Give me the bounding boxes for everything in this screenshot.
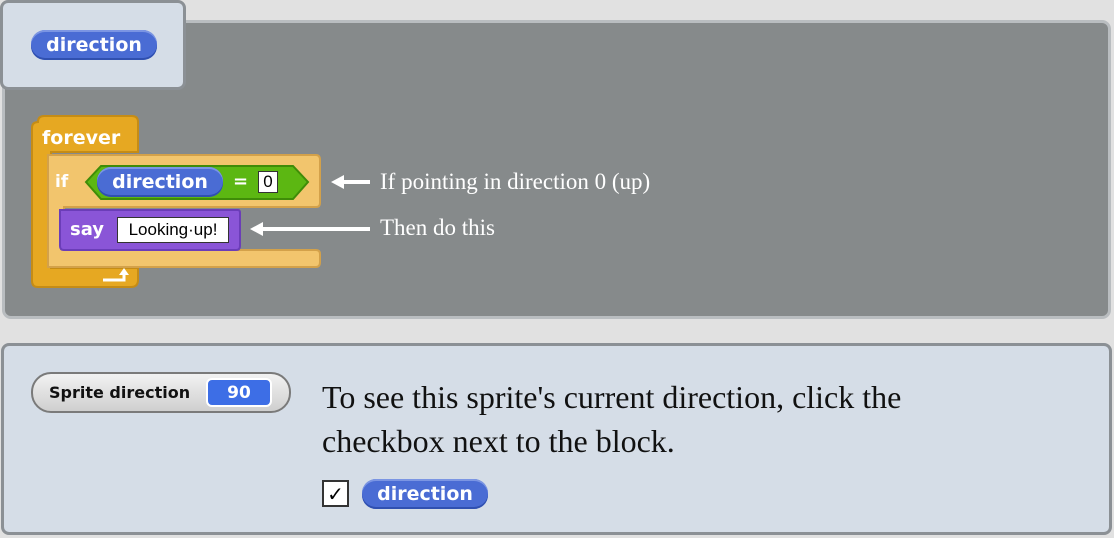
if-label: if <box>55 172 69 192</box>
direction-checkbox[interactable]: ✓ <box>322 480 349 507</box>
watcher-value: 90 <box>206 378 272 407</box>
checkbox-direction-reporter[interactable]: direction <box>362 479 488 509</box>
say-label: say <box>70 219 105 240</box>
forever-label: forever <box>42 127 121 149</box>
watcher-label: Sprite direction <box>49 383 191 402</box>
say-annotation-text: Then do this <box>380 215 495 240</box>
say-annotation-arrow <box>263 227 370 231</box>
say-annotation-arrowhead <box>250 222 263 236</box>
condition-direction-reporter[interactable]: direction <box>97 167 223 197</box>
say-text-input[interactable]: Looking·up! <box>117 217 229 243</box>
compare-value-input[interactable]: 0 <box>258 171 278 193</box>
if-annotation-arrow <box>344 180 370 184</box>
equals-operator: = <box>233 171 249 192</box>
watcher-description: To see this sprite's current direction, … <box>322 379 902 459</box>
if-annotation-text: If pointing in direction 0 (up) <box>380 169 651 194</box>
sprite-direction-watcher[interactable]: Sprite direction 90 <box>31 372 291 413</box>
if-annotation-arrowhead <box>331 175 344 189</box>
